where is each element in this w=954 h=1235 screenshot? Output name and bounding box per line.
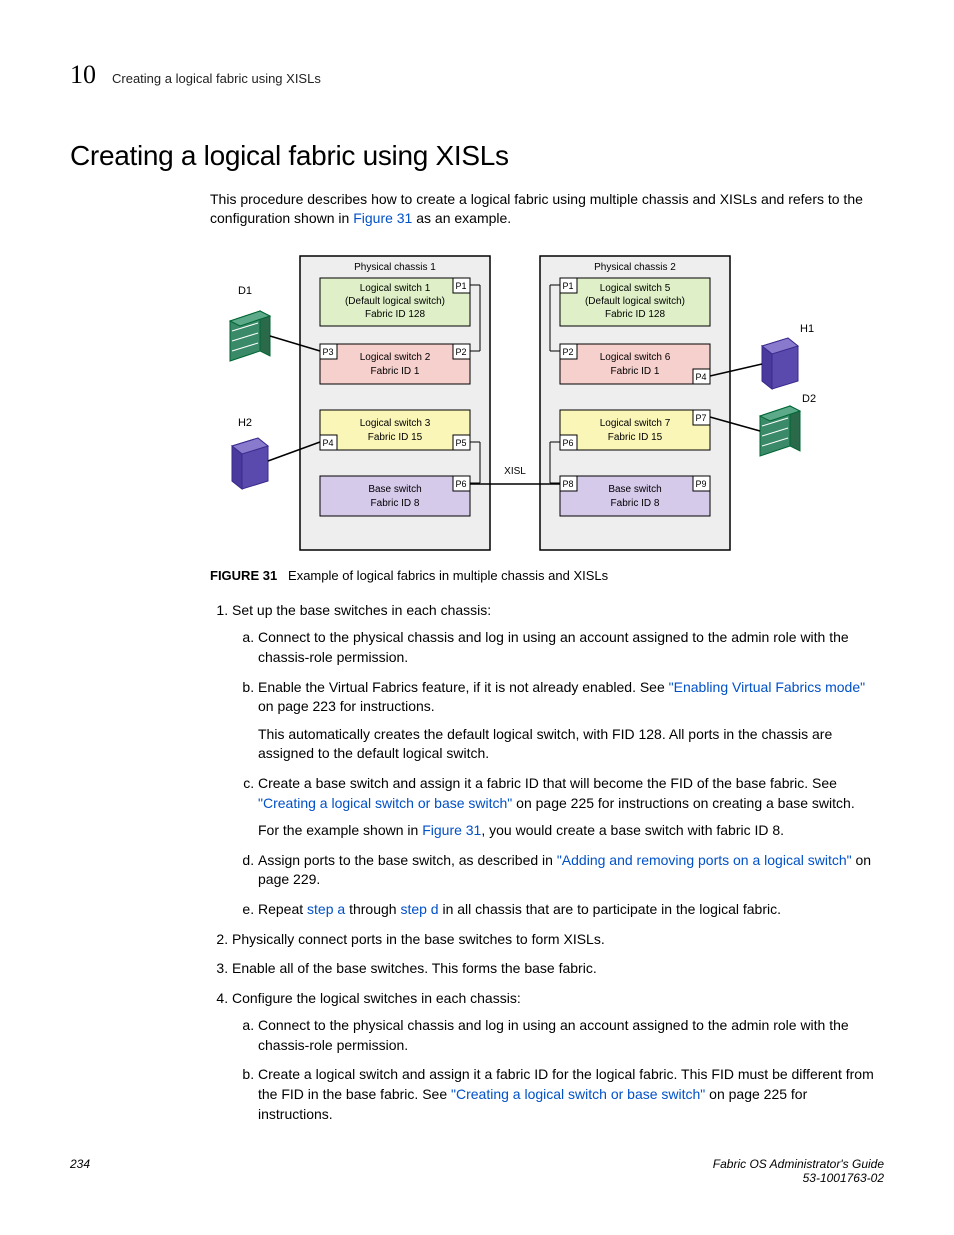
chassis1-label: Physical chassis 1 <box>354 262 436 273</box>
svg-text:P6: P6 <box>455 479 466 489</box>
step-1c-para-t1: For the example shown in <box>258 822 422 838</box>
step-1e: Repeat step a through step d in all chas… <box>258 900 884 920</box>
svg-text:Fabric ID 128: Fabric ID 128 <box>365 309 425 320</box>
step-1-sublist: Connect to the physical chassis and log … <box>232 628 884 919</box>
svg-text:Fabric ID 15: Fabric ID 15 <box>608 432 663 443</box>
step-1-text: Set up the base switches in each chassis… <box>232 602 491 618</box>
svg-text:D2: D2 <box>802 393 816 405</box>
step-1c-t1: Create a base switch and assign it a fab… <box>258 775 837 791</box>
svg-text:Fabric ID 1: Fabric ID 1 <box>371 366 420 377</box>
svg-text:P5: P5 <box>455 438 466 448</box>
step-1b-para: This automatically creates the default l… <box>258 725 884 764</box>
intro-text-1: This procedure describes how to create a… <box>210 191 863 226</box>
step-1c-para-t2: , you would create a base switch with fa… <box>481 822 784 838</box>
svg-text:P9: P9 <box>695 479 706 489</box>
svg-text:Logical switch 1: Logical switch 1 <box>360 283 431 294</box>
svg-text:(Default logical switch): (Default logical switch) <box>585 296 685 307</box>
intro-paragraph: This procedure describes how to create a… <box>210 190 884 228</box>
footer-doc-info: Fabric OS Administrator's Guide 53-10017… <box>713 1157 884 1185</box>
device-d1-icon <box>230 311 270 361</box>
svg-text:Logical switch 2: Logical switch 2 <box>360 352 431 363</box>
device-d2-icon <box>760 406 800 456</box>
svg-text:P7: P7 <box>695 413 706 423</box>
svg-text:P6: P6 <box>562 438 573 448</box>
header-section-title: Creating a logical fabric using XISLs <box>112 71 321 86</box>
svg-text:P4: P4 <box>695 372 706 382</box>
step-1: Set up the base switches in each chassis… <box>232 601 884 920</box>
svg-text:P2: P2 <box>562 347 573 357</box>
host-h2-icon <box>232 438 268 489</box>
figure-caption: FIGURE 31 Example of logical fabrics in … <box>210 568 884 583</box>
step-1c-t2: on page 225 for instructions on creating… <box>512 795 854 811</box>
step-1e-l2[interactable]: step d <box>400 901 438 917</box>
figure-31-diagram: Physical chassis 1 Logical switch 1 (Def… <box>210 246 884 556</box>
step-1d: Assign ports to the base switch, as desc… <box>258 851 884 890</box>
host-h1-icon <box>762 338 798 389</box>
svg-text:P1: P1 <box>455 281 466 291</box>
footer-docnum: 53-1001763-02 <box>803 1171 884 1185</box>
step-1b-link[interactable]: "Enabling Virtual Fabrics mode" <box>669 679 865 695</box>
step-1c-para: For the example shown in Figure 31, you … <box>258 821 884 841</box>
step-1a: Connect to the physical chassis and log … <box>258 628 884 667</box>
chapter-number: 10 <box>70 60 96 90</box>
step-1d-t1: Assign ports to the base switch, as desc… <box>258 852 557 868</box>
step-4: Configure the logical switches in each c… <box>232 989 884 1125</box>
step-2: Physically connect ports in the base swi… <box>232 930 884 950</box>
svg-text:Fabric ID 8: Fabric ID 8 <box>371 498 420 509</box>
step-1e-t3: in all chassis that are to participate i… <box>439 901 781 917</box>
step-4b: Create a logical switch and assign it a … <box>258 1065 884 1124</box>
svg-text:P1: P1 <box>562 281 573 291</box>
intro-text-2: as an example. <box>412 210 511 226</box>
svg-text:Fabric ID 8: Fabric ID 8 <box>611 498 660 509</box>
svg-text:P4: P4 <box>322 438 333 448</box>
svg-text:H1: H1 <box>800 323 814 335</box>
intro-figure-link[interactable]: Figure 31 <box>353 210 412 226</box>
step-3: Enable all of the base switches. This fo… <box>232 959 884 979</box>
page-header: 10 Creating a logical fabric using XISLs <box>70 60 884 90</box>
svg-text:Base switch: Base switch <box>368 484 421 495</box>
step-1e-l1[interactable]: step a <box>307 901 345 917</box>
svg-text:Fabric ID 1: Fabric ID 1 <box>611 366 660 377</box>
step-4a: Connect to the physical chassis and log … <box>258 1016 884 1055</box>
step-1c-link[interactable]: "Creating a logical switch or base switc… <box>258 795 512 811</box>
svg-text:P3: P3 <box>322 347 333 357</box>
svg-text:Fabric ID 128: Fabric ID 128 <box>605 309 665 320</box>
page-footer: 234 Fabric OS Administrator's Guide 53-1… <box>70 1157 884 1185</box>
svg-text:H2: H2 <box>238 417 252 429</box>
step-1c-para-link[interactable]: Figure 31 <box>422 822 481 838</box>
svg-text:Logical switch 5: Logical switch 5 <box>600 283 671 294</box>
step-1e-t2: through <box>345 901 400 917</box>
step-1b-t1: Enable the Virtual Fabrics feature, if i… <box>258 679 669 695</box>
svg-text:Base switch: Base switch <box>608 484 661 495</box>
step-4b-link[interactable]: "Creating a logical switch or base switc… <box>451 1086 705 1102</box>
page-title: Creating a logical fabric using XISLs <box>70 140 884 172</box>
procedure-list: Set up the base switches in each chassis… <box>210 601 884 1124</box>
step-1b-t2: on page 223 for instructions. <box>258 698 435 714</box>
step-1e-t1: Repeat <box>258 901 307 917</box>
step-4-text: Configure the logical switches in each c… <box>232 990 521 1006</box>
step-1b: Enable the Virtual Fabrics feature, if i… <box>258 678 884 764</box>
svg-text:P2: P2 <box>455 347 466 357</box>
step-1c: Create a base switch and assign it a fab… <box>258 774 884 841</box>
svg-text:Logical switch 7: Logical switch 7 <box>600 418 671 429</box>
svg-text:P8: P8 <box>562 479 573 489</box>
svg-text:Physical chassis 2: Physical chassis 2 <box>594 262 676 273</box>
step-1d-link[interactable]: "Adding and removing ports on a logical … <box>557 852 852 868</box>
svg-text:Logical switch 6: Logical switch 6 <box>600 352 671 363</box>
svg-text:D1: D1 <box>238 285 252 297</box>
figure-caption-text: Example of logical fabrics in multiple c… <box>288 568 608 583</box>
svg-text:XISL: XISL <box>504 466 526 477</box>
figure-label: FIGURE 31 <box>210 568 277 583</box>
footer-title: Fabric OS Administrator's Guide <box>713 1157 884 1171</box>
svg-text:Fabric ID 15: Fabric ID 15 <box>368 432 423 443</box>
step-4-sublist: Connect to the physical chassis and log … <box>232 1016 884 1124</box>
svg-text:Logical switch 3: Logical switch 3 <box>360 418 431 429</box>
svg-text:(Default logical switch): (Default logical switch) <box>345 296 445 307</box>
footer-page-number: 234 <box>70 1157 90 1185</box>
